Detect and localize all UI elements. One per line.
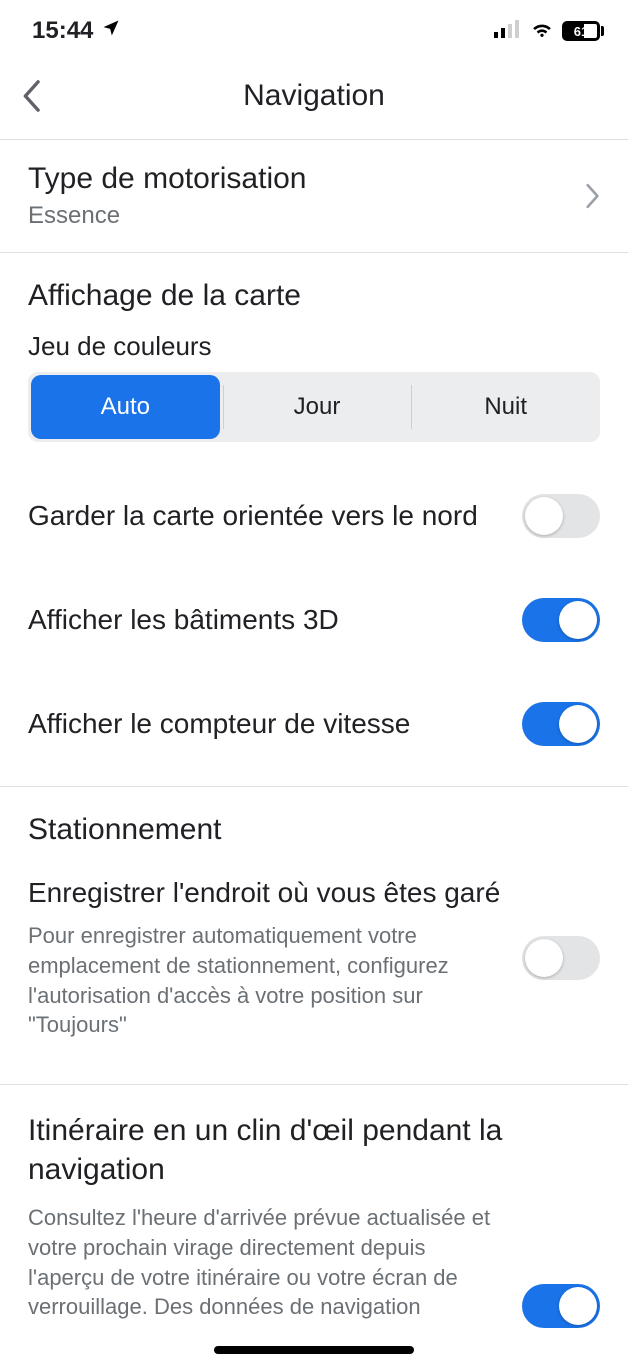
battery-icon: 61	[562, 21, 604, 41]
speedometer-row: Afficher le compteur de vitesse	[0, 672, 628, 776]
glance-toggle[interactable]	[522, 1284, 600, 1328]
seg-day[interactable]: Jour	[223, 372, 412, 442]
cellular-icon	[494, 17, 522, 45]
home-indicator[interactable]	[214, 1346, 414, 1354]
buildings-3d-row: Afficher les bâtiments 3D	[0, 568, 628, 672]
north-up-row: Garder la carte orientée vers le nord	[0, 464, 628, 568]
color-scheme-segmented: Auto Jour Nuit	[28, 372, 600, 442]
page-title: Navigation	[243, 79, 385, 113]
buildings-3d-label: Afficher les bâtiments 3D	[28, 602, 502, 638]
wifi-icon	[530, 17, 554, 45]
nav-header: Navigation	[0, 52, 628, 140]
speedometer-label: Afficher le compteur de vitesse	[28, 706, 502, 742]
north-up-toggle[interactable]	[522, 494, 600, 538]
seg-night[interactable]: Nuit	[411, 372, 600, 442]
status-left: 15:44	[32, 17, 121, 45]
map-display-section: Affichage de la carte Jeu de couleurs Au…	[0, 253, 628, 787]
map-display-header: Affichage de la carte	[0, 253, 628, 319]
engine-type-title: Type de motorisation	[28, 162, 306, 196]
glance-desc: Consultez l'heure d'arrivée prévue actua…	[0, 1203, 522, 1332]
seg-auto[interactable]: Auto	[31, 375, 220, 439]
chevron-right-icon	[584, 183, 600, 209]
save-parking-desc: Pour enregistrer automatiquement votre e…	[28, 921, 502, 1040]
glance-title: Itinéraire en un clin d'œil pendant la n…	[0, 1085, 628, 1189]
status-right: 61	[494, 17, 604, 45]
save-parking-label: Enregistrer l'endroit où vous êtes garé	[28, 875, 502, 911]
back-button[interactable]	[20, 79, 42, 113]
speedometer-toggle[interactable]	[522, 702, 600, 746]
parking-section: Stationnement Enregistrer l'endroit où v…	[0, 787, 628, 1085]
battery-percent: 61	[574, 24, 588, 39]
engine-type-value: Essence	[28, 202, 306, 230]
north-up-label: Garder la carte orientée vers le nord	[28, 498, 502, 534]
status-bar: 15:44 61	[0, 0, 628, 52]
buildings-3d-toggle[interactable]	[522, 598, 600, 642]
color-scheme-label: Jeu de couleurs	[0, 319, 628, 372]
status-time: 15:44	[32, 17, 93, 45]
save-parking-toggle[interactable]	[522, 936, 600, 980]
location-icon	[101, 17, 121, 45]
engine-type-row[interactable]: Type de motorisation Essence	[0, 140, 628, 253]
glance-section: Itinéraire en un clin d'œil pendant la n…	[0, 1085, 628, 1332]
parking-header: Stationnement	[0, 787, 628, 853]
